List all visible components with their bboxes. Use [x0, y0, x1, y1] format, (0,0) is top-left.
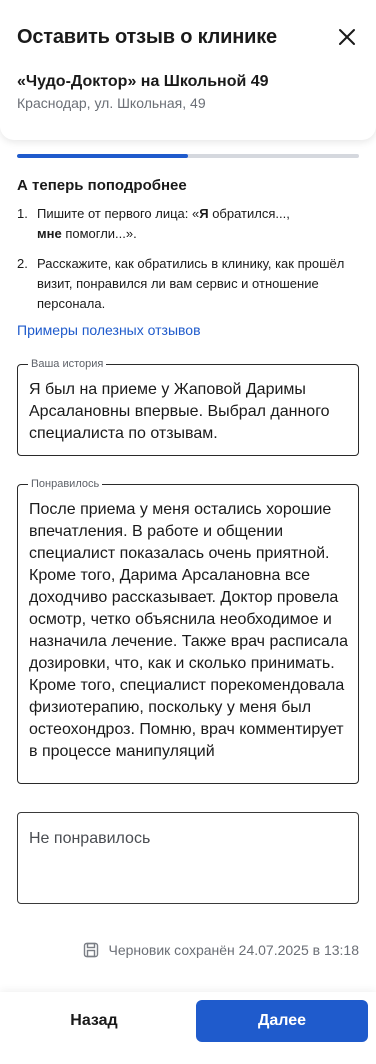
tip-item: 2. Расскажите, как обратились в клинику,… [17, 254, 359, 314]
back-button[interactable]: Назад [8, 1000, 180, 1042]
tip-number: 2. [17, 256, 28, 271]
draft-status-text: Черновик сохранён 24.07.2025 в 13:18 [108, 942, 359, 958]
step-progress-fill [17, 154, 188, 158]
tip-text-part: помогли...». [61, 226, 137, 241]
footer-bar: Назад Далее [0, 992, 376, 1064]
liked-field-value[interactable]: После приема у меня остались хорошие впе… [29, 499, 348, 777]
tip-text: Пишите от первого лица: «Я обратился...,… [37, 204, 290, 244]
close-button[interactable] [334, 24, 360, 50]
examples-link[interactable]: Примеры полезных отзывов [17, 320, 201, 340]
clinic-name: «Чудо-Доктор» на Школьной 49 [17, 73, 269, 90]
tip-text-bold: мне [37, 226, 62, 241]
step-progress-bar [17, 154, 359, 158]
tip-text-bold: Я [199, 206, 209, 221]
tip-number: 1. [17, 206, 28, 221]
disliked-field[interactable]: Не понравилось [17, 812, 359, 904]
disliked-field-placeholder: Не понравилось [29, 830, 151, 847]
guide-title: А теперь поподробнее [17, 177, 187, 194]
story-field-label: Ваша история [28, 357, 107, 371]
liked-field-label: Понравилось [28, 477, 103, 491]
story-field[interactable]: Ваша история Я был на приеме у Жаповой Д… [17, 357, 359, 456]
draft-status: Черновик сохранён 24.07.2025 в 13:18 [82, 940, 359, 960]
next-button[interactable]: Далее [196, 1000, 368, 1042]
review-header: Оставить отзыв о клинике «Чудо-Доктор» н… [0, 0, 376, 140]
tip-text-part: Пишите от первого лица: « [37, 206, 200, 221]
clinic-address: Краснодар, ул. Школьная, 49 [17, 95, 206, 111]
story-field-value[interactable]: Я был на приеме у Жаповой Даримы Арсалан… [29, 379, 348, 445]
liked-field[interactable]: Понравилось После приема у меня остались… [17, 477, 359, 784]
close-icon [339, 29, 355, 45]
page-title: Оставить отзыв о клинике [17, 26, 277, 48]
save-icon [84, 942, 99, 958]
tips-list: 1. Пишите от первого лица: «Я обратился.… [17, 204, 359, 324]
tip-text-part: обратился..., [208, 206, 290, 221]
tip-item: 1. Пишите от первого лица: «Я обратился.… [17, 204, 359, 244]
tip-text: Расскажите, как обратились в клинику, ка… [37, 256, 345, 311]
